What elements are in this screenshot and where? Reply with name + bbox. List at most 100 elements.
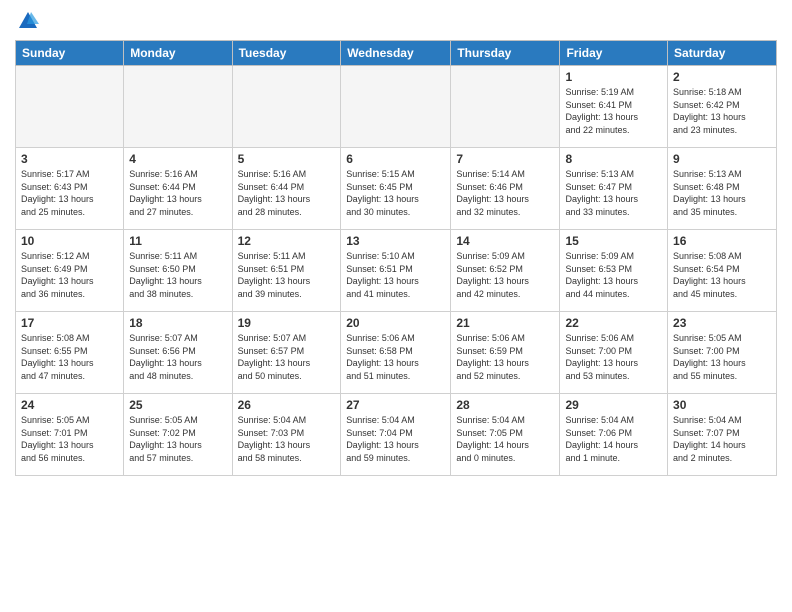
day-number: 15 xyxy=(565,234,662,248)
calendar-cell: 7Sunrise: 5:14 AM Sunset: 6:46 PM Daylig… xyxy=(451,148,560,230)
day-number: 23 xyxy=(673,316,771,330)
day-number: 2 xyxy=(673,70,771,84)
header xyxy=(15,10,777,32)
calendar-cell: 23 Sunrise: 5:05 AM Sunset: 7:00 PM Dayli… xyxy=(668,312,777,394)
day-number: 3 xyxy=(21,152,118,166)
day-info: Sunrise: 5:05 AM Sunset: 7:01 PM Dayligh… xyxy=(21,414,118,464)
calendar-cell xyxy=(451,66,560,148)
day-number: 13 xyxy=(346,234,445,248)
calendar-cell: 1 Sunrise: 5:19 AM Sunset: 6:41 PM Daylig… xyxy=(560,66,668,148)
col-header-tuesday: Tuesday xyxy=(232,41,341,66)
calendar-cell xyxy=(232,66,341,148)
day-number: 18 xyxy=(129,316,226,330)
day-info: Sunrise: 5:07 AM Sunset: 6:57 PM Dayligh… xyxy=(238,332,336,382)
day-info: Sunrise: 5:08 AM Sunset: 6:55 PM Dayligh… xyxy=(21,332,118,382)
day-info: Sunrise: 5:15 AM Sunset: 6:45 PM Dayligh… xyxy=(346,168,445,218)
day-number: 16 xyxy=(673,234,771,248)
day-info: Sunrise: 5:11 AM Sunset: 6:50 PM Dayligh… xyxy=(129,250,226,300)
day-info: Sunrise: 5:13 AM Sunset: 6:48 PM Dayligh… xyxy=(673,168,771,218)
calendar-cell: 20 Sunrise: 5:06 AM Sunset: 6:58 PM Dayli… xyxy=(341,312,451,394)
day-number: 9 xyxy=(673,152,771,166)
day-number: 10 xyxy=(21,234,118,248)
logo-icon xyxy=(17,10,39,32)
col-header-thursday: Thursday xyxy=(451,41,560,66)
day-number: 11 xyxy=(129,234,226,248)
calendar-cell: 4 Sunrise: 5:16 AM Sunset: 6:44 PM Daylig… xyxy=(124,148,232,230)
day-info: Sunrise: 5:05 AM Sunset: 7:02 PM Dayligh… xyxy=(129,414,226,464)
day-number: 30 xyxy=(673,398,771,412)
day-info: Sunrise: 5:07 AM Sunset: 6:56 PM Dayligh… xyxy=(129,332,226,382)
calendar-cell: 14 Sunrise: 5:09 AM Sunset: 6:52 PM Dayli… xyxy=(451,230,560,312)
calendar-cell xyxy=(124,66,232,148)
calendar-cell: 24 Sunrise: 5:05 AM Sunset: 7:01 PM Dayli… xyxy=(16,394,124,476)
calendar-cell: 15 Sunrise: 5:09 AM Sunset: 6:53 PM Dayli… xyxy=(560,230,668,312)
day-number: 21 xyxy=(456,316,554,330)
day-number: 1 xyxy=(565,70,662,84)
col-header-sunday: Sunday xyxy=(16,41,124,66)
calendar-header-row: SundayMondayTuesdayWednesdayThursdayFrid… xyxy=(16,41,777,66)
day-info: Sunrise: 5:04 AM Sunset: 7:03 PM Dayligh… xyxy=(238,414,336,464)
calendar-cell: 6 Sunrise: 5:15 AM Sunset: 6:45 PM Daylig… xyxy=(341,148,451,230)
day-number: 5 xyxy=(238,152,336,166)
day-info: Sunrise: 5:16 AM Sunset: 6:44 PM Dayligh… xyxy=(129,168,226,218)
calendar-cell: 29 Sunrise: 5:04 AM Sunset: 7:06 PM Dayli… xyxy=(560,394,668,476)
calendar-cell: 17 Sunrise: 5:08 AM Sunset: 6:55 PM Dayli… xyxy=(16,312,124,394)
day-number: 26 xyxy=(238,398,336,412)
day-info: Sunrise: 5:04 AM Sunset: 7:05 PM Dayligh… xyxy=(456,414,554,464)
day-info: Sunrise: 5:10 AM Sunset: 6:51 PM Dayligh… xyxy=(346,250,445,300)
col-header-friday: Friday xyxy=(560,41,668,66)
day-number: 29 xyxy=(565,398,662,412)
day-info: Sunrise: 5:04 AM Sunset: 7:04 PM Dayligh… xyxy=(346,414,445,464)
day-number: 24 xyxy=(21,398,118,412)
calendar-cell: 16Sunrise: 5:08 AM Sunset: 6:54 PM Dayli… xyxy=(668,230,777,312)
calendar-cell: 2Sunrise: 5:18 AM Sunset: 6:42 PM Daylig… xyxy=(668,66,777,148)
week-row-5: 24 Sunrise: 5:05 AM Sunset: 7:01 PM Dayli… xyxy=(16,394,777,476)
col-header-saturday: Saturday xyxy=(668,41,777,66)
week-row-2: 3 Sunrise: 5:17 AM Sunset: 6:43 PM Daylig… xyxy=(16,148,777,230)
day-info: Sunrise: 5:06 AM Sunset: 7:00 PM Dayligh… xyxy=(565,332,662,382)
day-number: 25 xyxy=(129,398,226,412)
day-number: 28 xyxy=(456,398,554,412)
calendar-cell: 12Sunrise: 5:11 AM Sunset: 6:51 PM Dayli… xyxy=(232,230,341,312)
calendar-cell: 22 Sunrise: 5:06 AM Sunset: 7:00 PM Dayli… xyxy=(560,312,668,394)
calendar-cell xyxy=(341,66,451,148)
day-info: Sunrise: 5:06 AM Sunset: 6:59 PM Dayligh… xyxy=(456,332,554,382)
week-row-4: 17 Sunrise: 5:08 AM Sunset: 6:55 PM Dayli… xyxy=(16,312,777,394)
day-number: 22 xyxy=(565,316,662,330)
day-info: Sunrise: 5:17 AM Sunset: 6:43 PM Dayligh… xyxy=(21,168,118,218)
calendar-cell: 10 Sunrise: 5:12 AM Sunset: 6:49 PM Dayli… xyxy=(16,230,124,312)
day-number: 20 xyxy=(346,316,445,330)
col-header-monday: Monday xyxy=(124,41,232,66)
calendar-cell: 26 Sunrise: 5:04 AM Sunset: 7:03 PM Dayli… xyxy=(232,394,341,476)
calendar-cell: 27 Sunrise: 5:04 AM Sunset: 7:04 PM Dayli… xyxy=(341,394,451,476)
calendar-cell: 5 Sunrise: 5:16 AM Sunset: 6:44 PM Daylig… xyxy=(232,148,341,230)
week-row-1: 1 Sunrise: 5:19 AM Sunset: 6:41 PM Daylig… xyxy=(16,66,777,148)
calendar-cell: 30Sunrise: 5:04 AM Sunset: 7:07 PM Dayli… xyxy=(668,394,777,476)
day-info: Sunrise: 5:19 AM Sunset: 6:41 PM Dayligh… xyxy=(565,86,662,136)
day-info: Sunrise: 5:09 AM Sunset: 6:53 PM Dayligh… xyxy=(565,250,662,300)
day-info: Sunrise: 5:16 AM Sunset: 6:44 PM Dayligh… xyxy=(238,168,336,218)
day-number: 7 xyxy=(456,152,554,166)
calendar-cell: 18 Sunrise: 5:07 AM Sunset: 6:56 PM Dayli… xyxy=(124,312,232,394)
day-info: Sunrise: 5:05 AM Sunset: 7:00 PM Dayligh… xyxy=(673,332,771,382)
calendar-cell xyxy=(16,66,124,148)
day-info: Sunrise: 5:12 AM Sunset: 6:49 PM Dayligh… xyxy=(21,250,118,300)
logo xyxy=(15,10,39,32)
day-info: Sunrise: 5:09 AM Sunset: 6:52 PM Dayligh… xyxy=(456,250,554,300)
calendar: SundayMondayTuesdayWednesdayThursdayFrid… xyxy=(15,40,777,476)
day-info: Sunrise: 5:13 AM Sunset: 6:47 PM Dayligh… xyxy=(565,168,662,218)
page: SundayMondayTuesdayWednesdayThursdayFrid… xyxy=(0,0,792,612)
day-number: 19 xyxy=(238,316,336,330)
day-number: 6 xyxy=(346,152,445,166)
day-number: 27 xyxy=(346,398,445,412)
calendar-cell: 9 Sunrise: 5:13 AM Sunset: 6:48 PM Daylig… xyxy=(668,148,777,230)
day-number: 4 xyxy=(129,152,226,166)
col-header-wednesday: Wednesday xyxy=(341,41,451,66)
calendar-cell: 13 Sunrise: 5:10 AM Sunset: 6:51 PM Dayli… xyxy=(341,230,451,312)
day-info: Sunrise: 5:04 AM Sunset: 7:06 PM Dayligh… xyxy=(565,414,662,464)
day-number: 14 xyxy=(456,234,554,248)
week-row-3: 10 Sunrise: 5:12 AM Sunset: 6:49 PM Dayli… xyxy=(16,230,777,312)
day-info: Sunrise: 5:06 AM Sunset: 6:58 PM Dayligh… xyxy=(346,332,445,382)
day-number: 17 xyxy=(21,316,118,330)
day-info: Sunrise: 5:11 AM Sunset: 6:51 PM Dayligh… xyxy=(238,250,336,300)
